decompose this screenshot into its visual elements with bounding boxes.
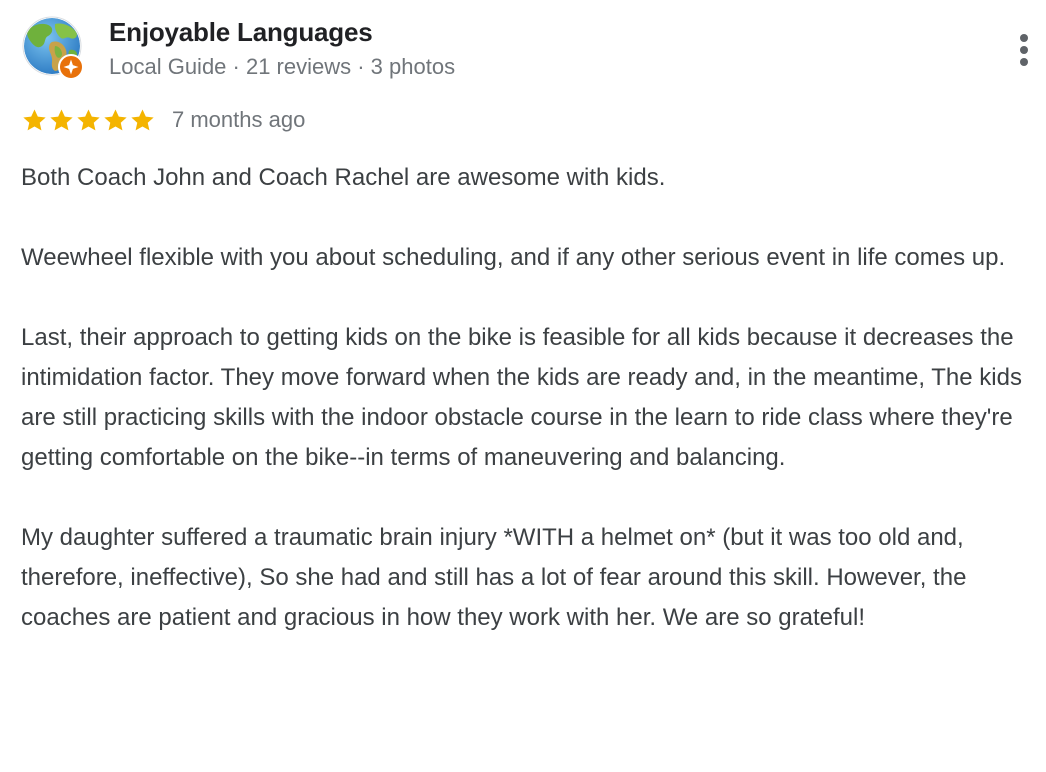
- review-paragraph: My daughter suffered a traumatic brain i…: [21, 524, 967, 631]
- review-paragraph: Last, their approach to getting kids on …: [21, 324, 1022, 471]
- star-icon: [131, 108, 154, 130]
- more-vert-icon: [1020, 34, 1028, 66]
- review-paragraph: Weewheel flexible with you about schedul…: [21, 244, 1006, 271]
- rating-row: 7 months ago: [21, 105, 305, 135]
- reviewer-meta[interactable]: Local Guide · 21 reviews · 3 photos: [109, 54, 455, 80]
- review-date: 7 months ago: [172, 107, 306, 132]
- star-icon: [104, 108, 127, 130]
- review-card: Enjoyable Languages Local Guide · 21 rev…: [0, 0, 1046, 772]
- reviewer-name[interactable]: Enjoyable Languages: [109, 17, 373, 48]
- review-text: Both Coach John and Coach Rachel are awe…: [21, 158, 1043, 638]
- local-guide-star-icon: [58, 54, 84, 80]
- review-paragraph: Both Coach John and Coach Rachel are awe…: [21, 164, 666, 191]
- star-icon: [50, 108, 73, 130]
- more-options-button[interactable]: [1008, 30, 1040, 70]
- star-icon: [23, 108, 46, 130]
- reviewer-avatar[interactable]: [22, 16, 86, 80]
- star-icon: [77, 108, 100, 130]
- star-rating: [21, 107, 156, 134]
